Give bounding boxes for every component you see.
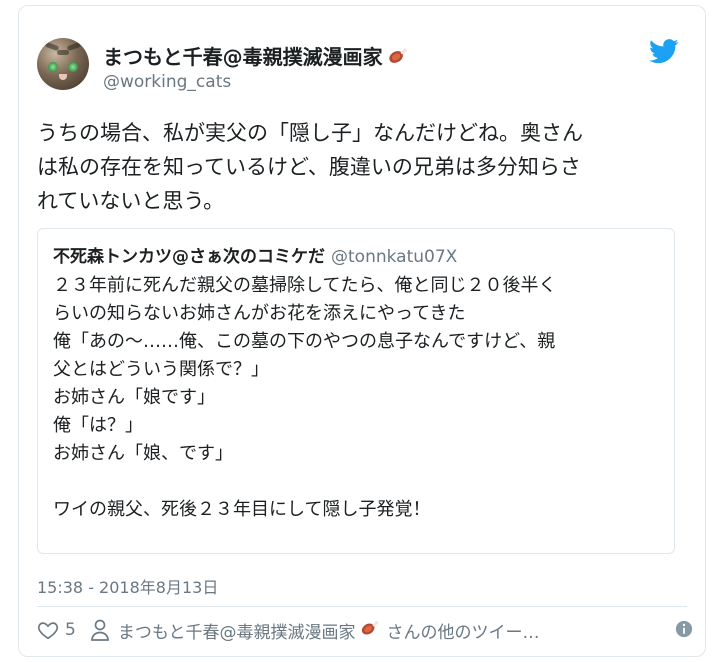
quoted-tweet-text: ２３年前に死んだ親父の墓掃除してたら、俺と同じ２０後半く らいの知らないお姉さん… [53, 275, 557, 520]
quoted-author-name: 不死森トンカツ@さぁ次のコミケだ [53, 247, 325, 267]
quoted-tweet[interactable]: 不死森トンカツ@さぁ次のコミケだ @tonnkatu07X ２３年前に死んだ親父の… [37, 228, 675, 554]
person-icon [90, 619, 109, 641]
meat-on-bone-icon [388, 48, 407, 63]
heart-icon [37, 622, 59, 640]
info-icon[interactable] [675, 620, 693, 638]
tweet-text: うちの場合、私が実父の「隠し子」なんだけどね。奥さん は私の存在を知っているけど… [37, 121, 583, 213]
author-avatar[interactable] [37, 38, 89, 90]
author-handle[interactable]: @working_cats [103, 72, 231, 92]
like-button[interactable]: 5 [37, 619, 90, 641]
quoted-author-handle: @tonnkatu07X [331, 247, 458, 267]
author-name[interactable]: まつもと千春@毒親撲滅漫画家 [103, 41, 408, 70]
quoted-tweet-header: 不死森トンカツ@さぁ次のコミケだ @tonnkatu07X [53, 242, 457, 267]
twitter-bird-icon[interactable] [649, 39, 679, 64]
like-count: 5 [65, 620, 76, 640]
tweet-timestamp[interactable]: 15:38 - 2018年8月13日 [37, 574, 218, 598]
more-tweets-text: まつもと千春@毒親撲滅漫画家 さんの他のツイー… [118, 618, 540, 643]
tweet-card: まつもと千春@毒親撲滅漫画家 @working_cats うちの場合、私が実父の… [18, 5, 706, 657]
meat-on-bone-icon [361, 620, 378, 634]
more-tweets-name: まつもと千春@毒親撲滅漫画家 [117, 622, 356, 643]
more-tweets-link[interactable]: まつもと千春@毒親撲滅漫画家 さんの他のツイー… [90, 618, 620, 643]
tweet-footer: 5 まつもと千春@毒親撲滅漫画家 さんの他のツイー… [37, 616, 620, 644]
author-name-text: まつもと千春@毒親撲滅漫画家 [103, 45, 383, 69]
footer-divider [37, 606, 687, 607]
more-tweets-suffix: さんの他のツイー… [386, 622, 540, 643]
